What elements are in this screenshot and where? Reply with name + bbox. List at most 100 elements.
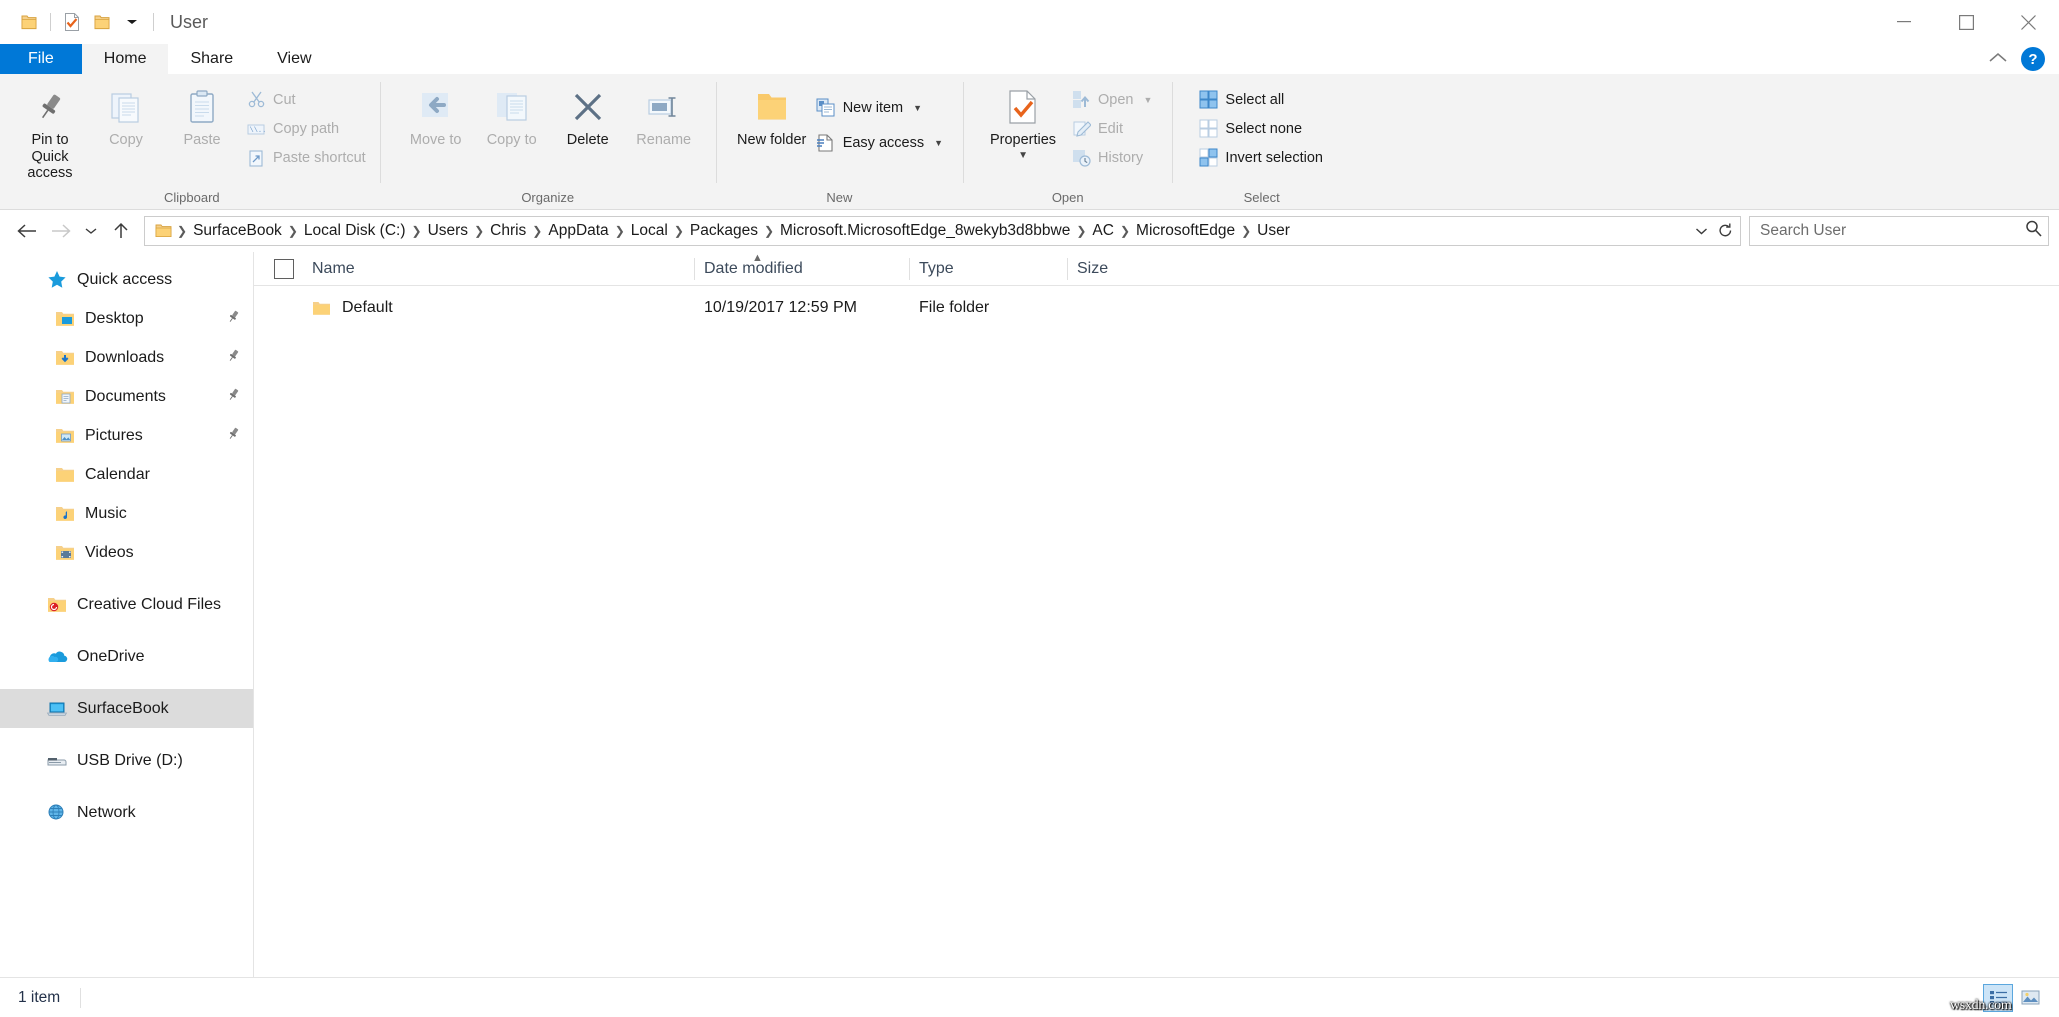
copy-path-button[interactable]: \\.. Copy path	[240, 115, 372, 142]
forward-button[interactable]	[44, 214, 78, 248]
sidebar-item-usb-drive[interactable]: USB Drive (D:)	[0, 741, 253, 780]
breadcrumb-item-microsoftedge[interactable]: MicrosoftEdge	[1131, 222, 1240, 240]
sidebar-item-documents[interactable]: Documents	[0, 377, 253, 416]
refresh-icon[interactable]	[1714, 218, 1736, 244]
sidebar-item-onedrive[interactable]: OneDrive	[0, 637, 253, 676]
edit-button[interactable]: Edit	[1065, 115, 1158, 142]
chevron-down-icon[interactable]	[1690, 218, 1712, 244]
properties-label: Properties	[990, 132, 1056, 149]
chevron-down-icon[interactable]: ▼	[913, 103, 922, 113]
breadcrumb-bar[interactable]: ❯ SurfaceBook ❯ Local Disk (C:) ❯ Users …	[144, 216, 1741, 246]
folder-icon[interactable]	[14, 7, 44, 37]
breadcrumb-item-user[interactable]: User	[1252, 222, 1295, 240]
minimize-button[interactable]	[1873, 0, 1935, 44]
select-none-label: Select none	[1225, 121, 1302, 137]
tab-view[interactable]: View	[255, 44, 333, 74]
sidebar-item-creative-cloud-files[interactable]: Creative Cloud Files	[0, 585, 253, 624]
sidebar-item-videos[interactable]: Videos	[0, 533, 253, 572]
up-button[interactable]	[104, 214, 138, 248]
history-button[interactable]: History	[1065, 144, 1158, 171]
customize-dropdown-icon[interactable]	[117, 7, 147, 37]
paste-button[interactable]: Paste	[164, 80, 240, 149]
ribbon-group-clipboard: Pin to Quick access Copy Paste	[4, 74, 380, 209]
copy-button[interactable]: Copy	[88, 80, 164, 149]
search-icon[interactable]	[2025, 220, 2042, 242]
back-button[interactable]	[10, 214, 44, 248]
history-clock-icon	[1071, 148, 1091, 168]
column-header-size[interactable]: Size	[1067, 252, 1179, 286]
select-none-button[interactable]: Select none	[1192, 115, 1329, 142]
breadcrumb-item-local[interactable]: Local	[626, 222, 673, 240]
sidebar-item-surfacebook[interactable]: SurfaceBook	[0, 689, 253, 728]
pin-icon[interactable]	[226, 426, 241, 446]
search-box[interactable]	[1749, 216, 2049, 246]
breadcrumb-item-ac[interactable]: AC	[1087, 222, 1119, 240]
properties-check-icon[interactable]	[57, 7, 87, 37]
breadcrumb-item-edge-package[interactable]: Microsoft.MicrosoftEdge_8wekyb3d8bbwe	[775, 222, 1075, 240]
rename-button[interactable]: Rename	[626, 80, 702, 149]
easy-access-button[interactable]: Easy access ▼	[810, 129, 949, 156]
maximize-button[interactable]	[1935, 0, 1997, 44]
folder-icon[interactable]	[151, 223, 176, 239]
sidebar-item-label: Calendar	[85, 466, 150, 484]
properties-button[interactable]: Properties ▼	[981, 80, 1065, 161]
tab-share[interactable]: Share	[168, 44, 255, 74]
column-header-type[interactable]: Type	[909, 252, 1067, 286]
column-header-name[interactable]: Name	[254, 252, 694, 286]
invert-selection-button[interactable]: Invert selection	[1192, 144, 1329, 171]
search-input[interactable]	[1760, 222, 2025, 240]
copy-to-icon	[494, 86, 530, 128]
cut-button[interactable]: Cut	[240, 86, 372, 113]
sidebar-item-quick-access[interactable]: Quick access	[0, 260, 253, 299]
column-header-date-modified[interactable]: Date modified	[694, 252, 909, 286]
breadcrumb-item-users[interactable]: Users	[423, 222, 473, 240]
copy-to-button[interactable]: Copy to	[474, 80, 550, 149]
large-icons-view-button[interactable]	[2015, 984, 2045, 1012]
tab-file[interactable]: File	[0, 44, 82, 74]
sidebar-item-downloads[interactable]: Downloads	[0, 338, 253, 377]
pin-icon[interactable]	[226, 309, 241, 329]
breadcrumb-item-appdata[interactable]: AppData	[543, 222, 613, 240]
delete-button[interactable]: Delete	[550, 80, 626, 149]
title-bar: User	[0, 0, 2059, 44]
chevron-down-icon[interactable]: ▼	[1144, 95, 1153, 105]
tab-home[interactable]: Home	[82, 44, 169, 74]
sidebar-item-pictures[interactable]: Pictures	[0, 416, 253, 455]
paste-shortcut-button[interactable]: Paste shortcut	[240, 144, 372, 171]
pin-to-quick-access-label: Pin to Quick access	[12, 132, 88, 182]
breadcrumb-item-surfacebook[interactable]: SurfaceBook	[188, 222, 287, 240]
folder-documents-icon	[52, 388, 78, 406]
breadcrumb-item-packages[interactable]: Packages	[685, 222, 763, 240]
sidebar-item-music[interactable]: Music	[0, 494, 253, 533]
new-folder-button[interactable]: New folder	[734, 80, 810, 149]
sidebar-item-label: OneDrive	[77, 648, 145, 666]
edit-label: Edit	[1098, 121, 1123, 137]
sidebar-item-calendar[interactable]: Calendar	[0, 455, 253, 494]
new-item-button[interactable]: New item ▼	[810, 94, 949, 121]
pin-to-quick-access-button[interactable]: Pin to Quick access	[12, 80, 88, 182]
chevron-down-icon[interactable]: ▼	[934, 138, 943, 148]
open-button[interactable]: Open ▼	[1065, 86, 1158, 113]
breadcrumb-item-chris[interactable]: Chris	[485, 222, 531, 240]
chevron-up-icon[interactable]	[1989, 50, 2007, 68]
move-to-button[interactable]: Move to	[398, 80, 474, 149]
sidebar-item-network[interactable]: Network	[0, 793, 253, 832]
delete-x-icon	[571, 86, 605, 128]
table-row[interactable]: Default 10/19/2017 12:59 PM File folder	[254, 286, 2059, 330]
select-all-label: Select all	[1225, 92, 1284, 108]
recent-locations-button[interactable]	[78, 214, 104, 248]
file-list[interactable]: Default 10/19/2017 12:59 PM File folder	[254, 286, 2059, 977]
pin-icon[interactable]	[226, 387, 241, 407]
sidebar-item-label: Quick access	[77, 271, 172, 289]
sidebar-item-label: Creative Cloud Files	[77, 596, 221, 614]
folder-icon	[52, 466, 78, 484]
select-all-checkbox[interactable]	[274, 259, 294, 279]
select-all-button[interactable]: Select all	[1192, 86, 1329, 113]
pin-icon[interactable]	[226, 348, 241, 368]
chevron-down-icon[interactable]: ▼	[1018, 150, 1028, 162]
sidebar-item-desktop[interactable]: Desktop	[0, 299, 253, 338]
help-button[interactable]: ?	[2021, 47, 2045, 71]
close-button[interactable]	[1997, 0, 2059, 44]
new-folder-icon[interactable]	[87, 7, 117, 37]
breadcrumb-item-local-disk[interactable]: Local Disk (C:)	[299, 222, 411, 240]
